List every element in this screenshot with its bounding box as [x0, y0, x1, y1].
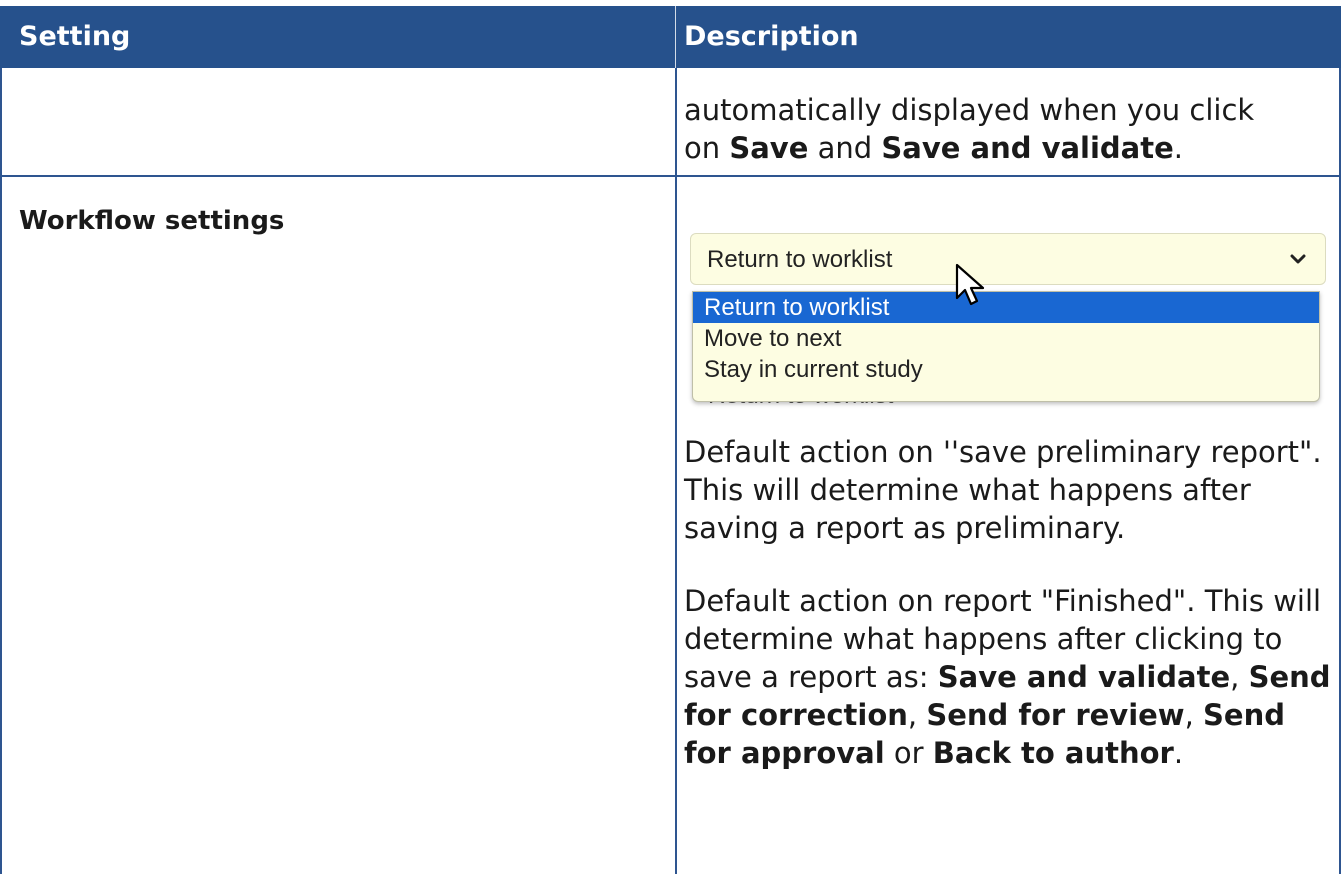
- finished-desc-end: .: [1173, 736, 1184, 770]
- row1-save-validate-term: Save and validate: [881, 131, 1174, 165]
- sep-1: ,: [1230, 660, 1249, 694]
- table-border-left: [0, 68, 2, 874]
- term-back-to-author: Back to author: [932, 736, 1174, 770]
- preliminary-description: Default action on ''save preliminary rep…: [684, 435, 1322, 545]
- row1-desc-period: .: [1173, 131, 1184, 165]
- header-description: Description: [684, 21, 859, 52]
- term-save-and-validate: Save and validate: [937, 660, 1231, 694]
- row1-description: automatically displayed when you click o…: [684, 91, 1334, 167]
- setting-workflow-settings: Workflow settings: [19, 206, 285, 236]
- term-send-for-review: Send for review: [926, 698, 1185, 732]
- workflow-action-select[interactable]: Return to worklist: [690, 233, 1326, 285]
- sep-3: ,: [1184, 698, 1204, 732]
- row-divider: [0, 175, 1341, 177]
- option-move-to-next[interactable]: Move to next: [693, 323, 1319, 354]
- mouse-pointer-icon: [955, 263, 985, 306]
- dropdown-options-list: Return to worklist Move to next Stay in …: [692, 291, 1320, 402]
- row1-desc-on: on: [684, 131, 730, 165]
- row1-desc-and: and: [808, 131, 882, 165]
- chevron-down-icon: [1290, 254, 1306, 264]
- table-header: Setting Description: [0, 6, 1341, 68]
- dropdown-screenshot: Return to worklist Return to worklist Re…: [683, 222, 1331, 412]
- option-stay-in-current-study[interactable]: Stay in current study: [693, 354, 1319, 385]
- sep-or: or: [884, 736, 933, 770]
- sep-2: ,: [907, 698, 927, 732]
- row1-save-term: Save: [729, 131, 809, 165]
- finished-description: Default action on report "Finished". Thi…: [684, 582, 1334, 772]
- select-value: Return to worklist: [707, 246, 893, 273]
- row1-desc-line1: automatically displayed when you click: [684, 93, 1255, 127]
- header-setting: Setting: [19, 21, 131, 52]
- column-divider: [675, 68, 677, 874]
- header-divider: [675, 6, 676, 68]
- settings-table: Setting Description automatically displa…: [0, 6, 1341, 874]
- option-return-to-worklist[interactable]: Return to worklist: [693, 292, 1319, 323]
